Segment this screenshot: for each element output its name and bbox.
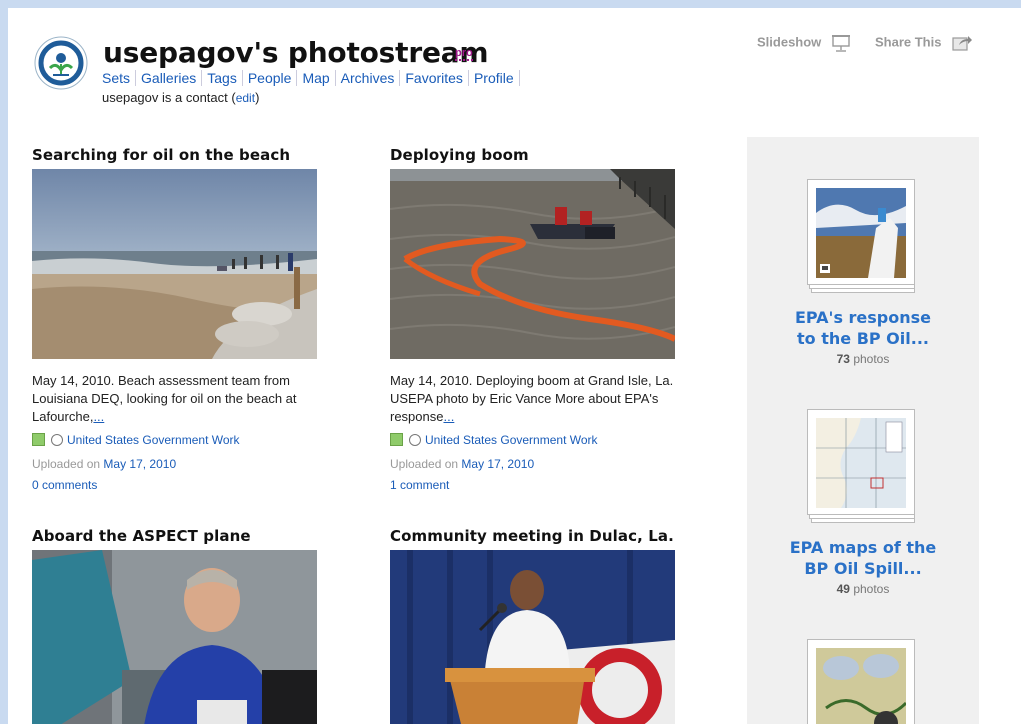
photo-card: Searching for oil on the beach May 14, 2… xyxy=(32,146,342,492)
more-link[interactable]: ... xyxy=(93,409,104,424)
nav-galleries[interactable]: Galleries xyxy=(136,70,203,86)
nav-favorites[interactable]: Favorites xyxy=(400,70,469,86)
photo-card: Aboard the ASPECT plane xyxy=(32,527,342,724)
nav-tags[interactable]: Tags xyxy=(202,70,243,86)
photo-title[interactable]: Community meeting in Dulac, La. xyxy=(390,527,700,545)
photo-title[interactable]: Deploying boom xyxy=(390,146,700,164)
photostream-nav: Sets Galleries Tags People Map Archives Favori… xyxy=(102,70,520,86)
page-title: usepagov's photostream xyxy=(103,36,489,69)
nav-profile[interactable]: Profile xyxy=(468,70,520,86)
contact-status: usepagov is a contact (edit) xyxy=(102,90,260,105)
nav-map[interactable]: Map xyxy=(297,70,336,86)
set-photo-count: 49 photos xyxy=(836,582,890,596)
upload-date: Uploaded on May 17, 2010 xyxy=(390,457,535,471)
license-circle-icon xyxy=(51,434,63,446)
nav-people[interactable]: People xyxy=(242,70,298,86)
photo-thumbnail[interactable] xyxy=(390,169,675,359)
pro-badge[interactable]: pro xyxy=(455,47,473,61)
photo-description: May 14, 2010. Deploying boom at Grand Is… xyxy=(390,373,674,424)
photo-thumbnail[interactable] xyxy=(32,169,317,359)
license-row: United States Government Work xyxy=(32,433,240,447)
upload-date: Uploaded on May 17, 2010 xyxy=(32,457,177,471)
slideshow-icon xyxy=(831,35,850,52)
share-icon xyxy=(952,36,973,51)
license-circle-icon xyxy=(409,434,421,446)
comments-link[interactable]: 0 comments xyxy=(32,478,97,492)
edit-contact-link[interactable]: edit xyxy=(236,91,255,105)
set-title-link[interactable]: EPA maps of the BP Oil Spill... xyxy=(747,537,979,579)
comments-link[interactable]: 1 comment xyxy=(390,478,449,492)
photo-thumbnail[interactable] xyxy=(32,550,317,724)
upload-date-link[interactable]: May 17, 2010 xyxy=(461,457,534,471)
set-thumbnail[interactable] xyxy=(807,179,915,293)
page: usepagov's photostream pro Sets Galleries… xyxy=(8,8,1021,724)
license-square-icon xyxy=(390,433,403,446)
set-thumbnail[interactable] xyxy=(807,409,915,523)
license-row: United States Government Work xyxy=(390,433,598,447)
slideshow-label: Slideshow xyxy=(757,34,822,50)
photo-description: May 14, 2010. Beach assessment team from… xyxy=(32,373,297,424)
set-thumbnail[interactable] xyxy=(807,639,915,724)
photo-title[interactable]: Aboard the ASPECT plane xyxy=(32,527,342,545)
license-link[interactable]: United States Government Work xyxy=(67,433,240,447)
epa-logo-icon[interactable] xyxy=(34,36,88,90)
more-link[interactable]: ... xyxy=(443,409,454,424)
share-this-button[interactable]: Share This xyxy=(875,34,973,52)
upload-date-link[interactable]: May 17, 2010 xyxy=(103,457,176,471)
nav-archives[interactable]: Archives xyxy=(335,70,401,86)
contact-text: usepagov is a contact xyxy=(102,90,228,105)
share-label: Share This xyxy=(875,34,942,50)
photo-card: Community meeting in Dulac, La. xyxy=(390,527,700,724)
sets-sidebar: EPA's response to the BP Oil... 73 photo… xyxy=(747,137,979,724)
nav-sets[interactable]: Sets xyxy=(102,70,137,86)
photo-card: Deploying boom May 14, 2010. Deploying b… xyxy=(390,146,700,492)
license-square-icon xyxy=(32,433,45,446)
photo-thumbnail[interactable] xyxy=(390,550,675,724)
set-title-link[interactable]: EPA's response to the BP Oil... xyxy=(747,307,979,349)
slideshow-button[interactable]: Slideshow xyxy=(757,34,851,52)
photo-title[interactable]: Searching for oil on the beach xyxy=(32,146,342,164)
set-photo-count: 73 photos xyxy=(836,352,890,366)
license-link[interactable]: United States Government Work xyxy=(425,433,598,447)
